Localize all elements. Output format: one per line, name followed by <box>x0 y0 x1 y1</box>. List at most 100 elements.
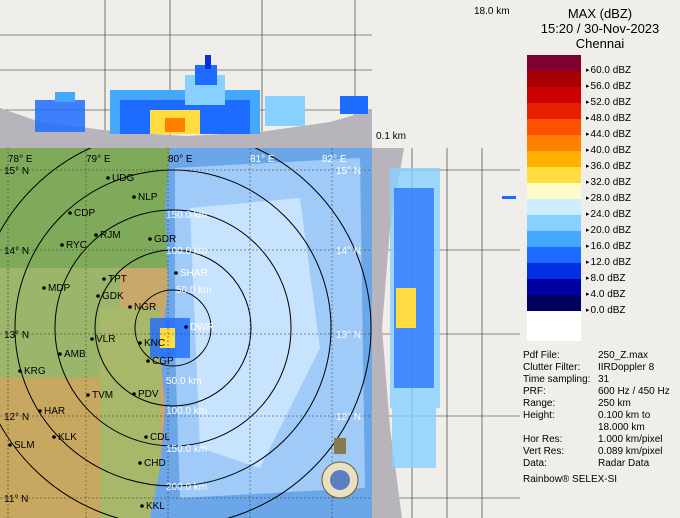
city-label: DWR <box>190 322 214 333</box>
lat-label: 14° N <box>336 246 361 257</box>
lat-label: 12° N <box>336 412 361 423</box>
legend-label: 24.0 dBZ <box>586 209 632 222</box>
info-key: PRF: <box>523 386 546 397</box>
city-label: RJM <box>100 230 121 241</box>
city-marker <box>132 392 136 396</box>
city-label: NLP <box>138 192 158 203</box>
city-marker <box>146 359 150 363</box>
lat-label: 14° N <box>4 246 29 257</box>
legend-swatch <box>527 167 581 183</box>
city-marker <box>68 211 72 215</box>
radar-map: 78° E 79° E 80° E 81° E 82° E 15° N 15° … <box>0 148 372 518</box>
info-key: Range: <box>523 398 556 409</box>
city-marker <box>174 271 178 275</box>
city-label: CGP <box>152 356 174 367</box>
city-label: CHD <box>144 458 166 469</box>
range-label: 150.0 km <box>166 444 207 455</box>
range-label: 200.0 km <box>166 482 207 493</box>
city-label: KKL <box>146 501 165 512</box>
side-cross-section <box>372 148 520 518</box>
lat-label: 13° N <box>4 330 29 341</box>
city-label: CDL <box>150 432 170 443</box>
legend-swatch <box>527 231 581 247</box>
lat-label: 15° N <box>4 166 29 177</box>
legend-swatch <box>527 55 581 71</box>
legend-swatch <box>527 263 581 279</box>
lon-label: 82° E <box>322 154 347 165</box>
legend-swatch <box>527 199 581 215</box>
city-label: MDP <box>48 283 71 294</box>
legend-label: 20.0 dBZ <box>586 225 632 238</box>
footer-credit: Rainbow® SELEX-SI <box>523 474 618 485</box>
legend-swatch <box>527 295 581 311</box>
legend-label: 16.0 dBZ <box>586 241 632 254</box>
info-value: 600 Hz / 450 Hz <box>598 386 670 397</box>
lat-label: 15° N <box>336 166 361 177</box>
city-marker <box>140 504 144 508</box>
legend-swatch <box>527 279 581 295</box>
city-marker <box>86 393 90 397</box>
city-marker <box>106 176 110 180</box>
info-value: 0.089 km/pixel <box>598 446 663 457</box>
legend-label: 8.0 dBZ <box>586 273 626 286</box>
city-marker <box>102 277 106 281</box>
legend-label: 4.0 dBZ <box>586 289 626 302</box>
legend-label: 0.0 dBZ <box>586 305 626 318</box>
legend-label: 32.0 dBZ <box>586 177 632 190</box>
legend-swatch <box>527 135 581 151</box>
city-label: GDR <box>154 234 176 245</box>
city-label: KRG <box>24 366 46 377</box>
lon-label: 79° E <box>86 154 111 165</box>
info-value: 250 km <box>598 398 631 409</box>
city-marker <box>148 237 152 241</box>
legend-swatch <box>527 215 581 231</box>
city-marker <box>138 341 142 345</box>
city-label: PDV <box>138 389 159 400</box>
city-marker <box>38 409 42 413</box>
city-marker <box>138 461 142 465</box>
info-key: Hor Res: <box>523 434 563 445</box>
range-label: 150.0 km <box>166 210 207 221</box>
legend-swatch <box>527 71 581 87</box>
top-cross-section <box>0 0 372 148</box>
city-label: UDG <box>112 173 134 184</box>
city-marker <box>132 195 136 199</box>
city-label: TPT <box>108 274 127 285</box>
city-marker <box>94 233 98 237</box>
city-marker <box>8 443 12 447</box>
info-value: 250_Z.max <box>598 350 649 361</box>
range-label: 100.0 km <box>166 406 207 417</box>
legend-nodata-swatch <box>527 311 581 341</box>
legend-label: 52.0 dBZ <box>586 97 632 110</box>
city-label: KLK <box>58 432 77 443</box>
side-height-label: 0.1 km <box>376 131 407 142</box>
info-key: Height: <box>523 410 555 421</box>
info-key: Clutter Filter: <box>523 362 581 373</box>
info-value: 0.100 km to <box>598 410 651 421</box>
city-label: AMB <box>64 349 86 360</box>
info-value: 31 <box>598 374 610 385</box>
city-label: NGR <box>134 302 156 313</box>
city-label: HAR <box>44 406 65 417</box>
city-marker <box>42 286 46 290</box>
legend-swatch <box>527 87 581 103</box>
legend-label: 36.0 dBZ <box>586 161 632 174</box>
city-marker <box>128 305 132 309</box>
info-value: 1.000 km/pixel <box>598 434 663 445</box>
legend-label: 40.0 dBZ <box>586 145 632 158</box>
city-label: TVM <box>92 390 113 401</box>
info-value: 18.000 km <box>598 422 645 433</box>
city-label: SLM <box>14 440 35 451</box>
info-value: Radar Data <box>598 458 650 469</box>
station-title: Chennai <box>575 36 625 51</box>
info-key: Time sampling: <box>523 374 591 385</box>
city-label: KNC <box>144 338 165 349</box>
top-height-label: 18.0 km <box>474 6 510 17</box>
city-marker <box>60 243 64 247</box>
info-key: Data: <box>523 458 547 469</box>
range-label: 50.0 km <box>176 285 212 296</box>
city-marker <box>52 435 56 439</box>
city-marker <box>184 325 188 329</box>
city-label: SHAR <box>180 268 208 279</box>
city-marker <box>96 294 100 298</box>
